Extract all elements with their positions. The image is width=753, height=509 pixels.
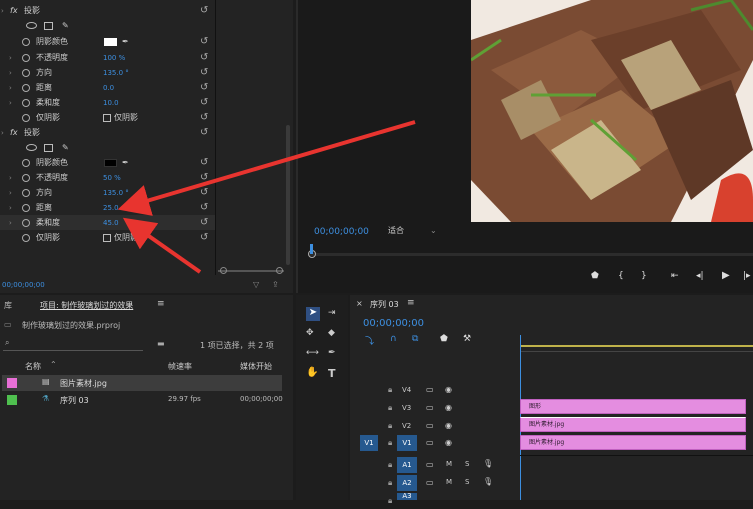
annotation-overlay	[117, 120, 416, 274]
annotation-arrow	[117, 120, 416, 216]
annotation-arrow	[122, 217, 202, 274]
